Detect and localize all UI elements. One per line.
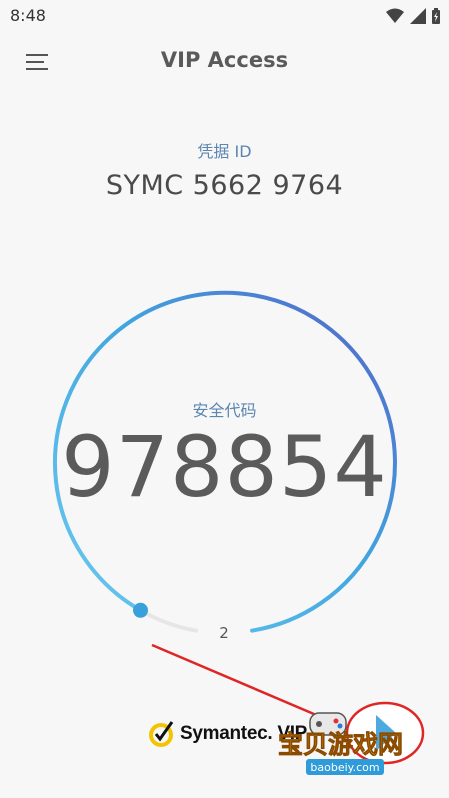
annotation-arrow xyxy=(151,643,343,728)
watermark: 宝贝游戏网 baobeiy.com xyxy=(270,695,440,785)
watermark-badge: 宝贝游戏网 baobeiy.com xyxy=(278,701,425,775)
watermark-url: baobeiy.com xyxy=(310,761,379,774)
watermark-text: 宝贝游戏网 xyxy=(278,730,403,759)
